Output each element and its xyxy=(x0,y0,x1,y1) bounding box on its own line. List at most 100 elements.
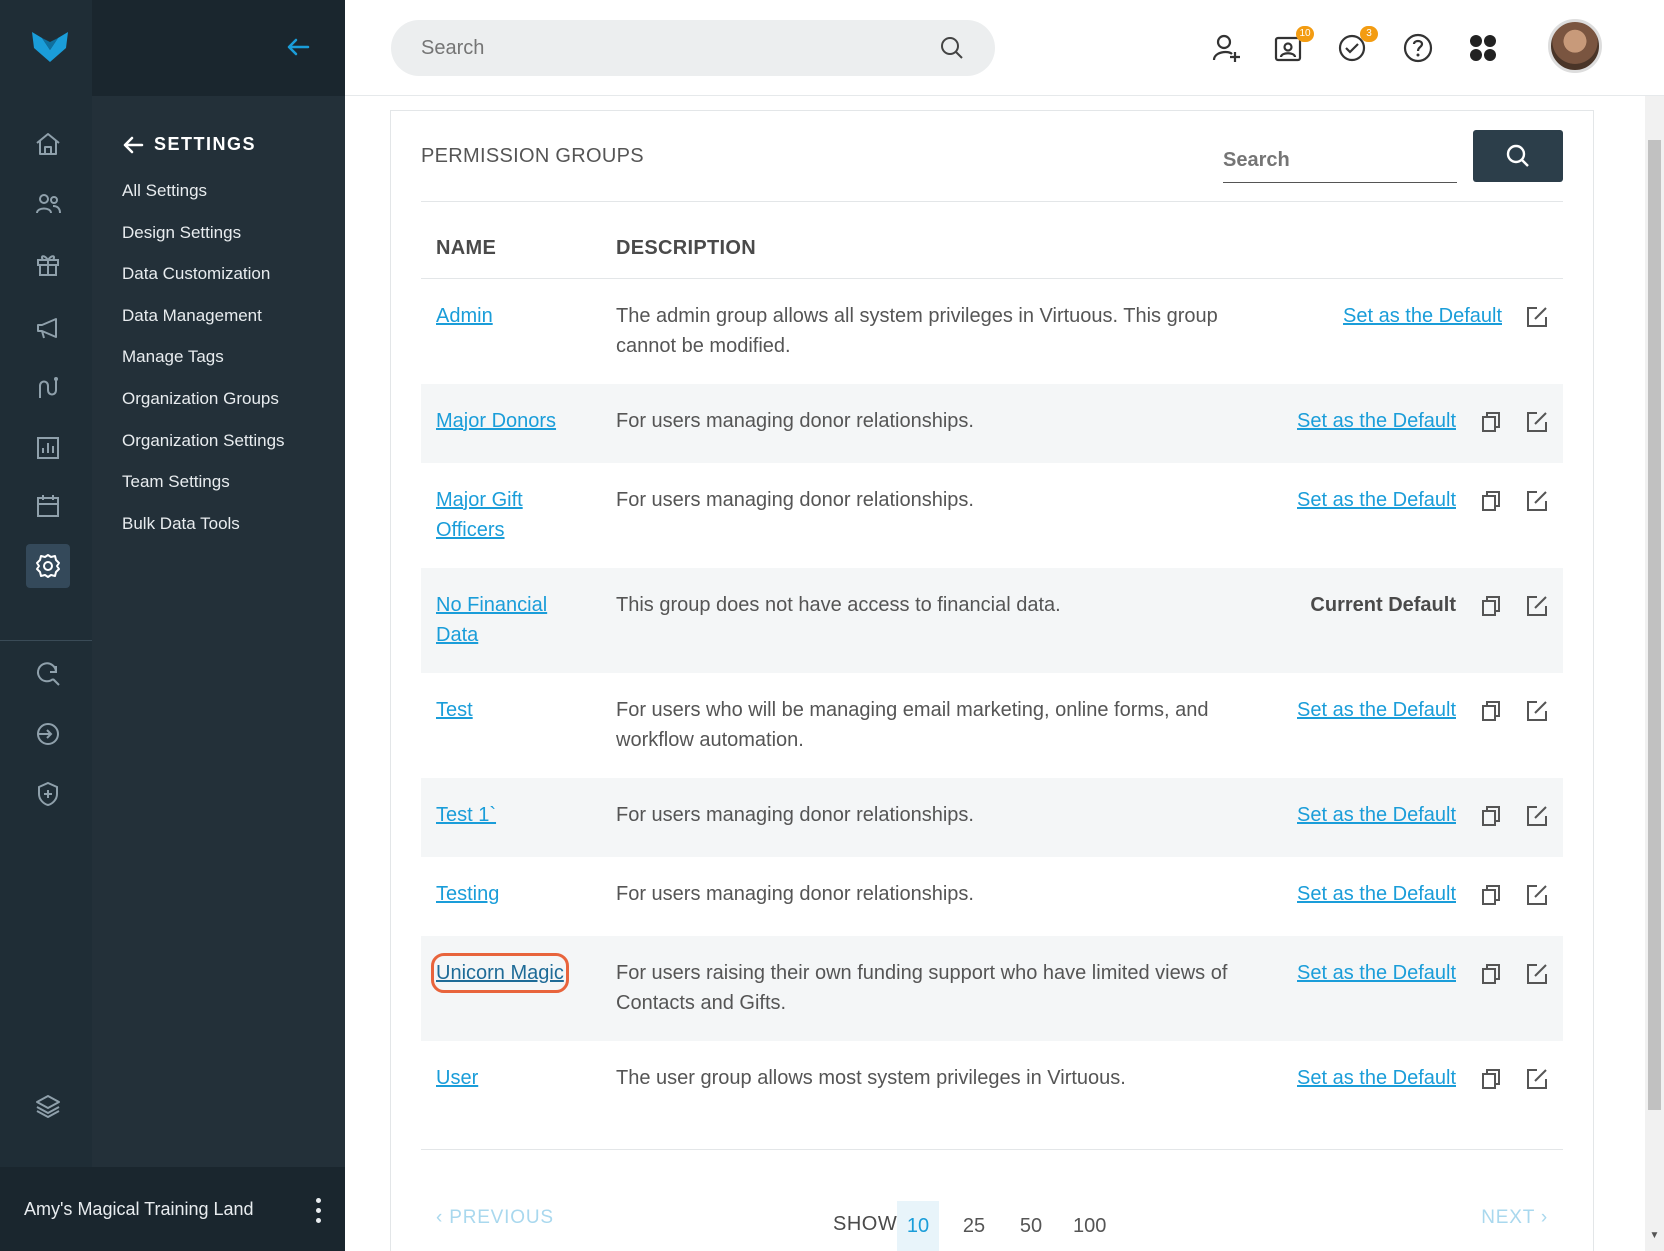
gift-icon[interactable] xyxy=(26,242,70,286)
import-icon[interactable] xyxy=(26,712,70,756)
card-search[interactable] xyxy=(1223,139,1457,183)
search-icon[interactable] xyxy=(939,35,965,61)
copy-icon[interactable] xyxy=(1479,699,1503,723)
page-size-25[interactable]: 25 xyxy=(953,1201,995,1251)
table-row: Admin The admin group allows all system p… xyxy=(421,279,1563,384)
copy-icon[interactable] xyxy=(1479,804,1503,828)
set-default-link[interactable]: Set as the Default xyxy=(1297,1063,1456,1093)
scrollbar-thumb[interactable] xyxy=(1648,140,1661,1110)
collapse-sidebar-icon[interactable] xyxy=(283,32,313,62)
app-logo-icon[interactable] xyxy=(30,28,70,64)
set-default-link[interactable]: Set as the Default xyxy=(1297,406,1456,436)
copy-icon[interactable] xyxy=(1479,962,1503,986)
copy-icon[interactable] xyxy=(1479,489,1503,513)
back-arrow-icon xyxy=(123,136,144,153)
shield-plus-icon[interactable] xyxy=(26,772,70,816)
app: SETTINGS All Settings Design Settings Da… xyxy=(0,0,1664,1251)
group-name-link[interactable]: User xyxy=(436,1063,586,1093)
chevron-right-icon: › xyxy=(1534,1207,1548,1228)
divider xyxy=(421,201,1563,202)
edit-icon[interactable] xyxy=(1525,883,1549,907)
group-name-link[interactable]: No Financial Data xyxy=(436,590,586,650)
global-search[interactable] xyxy=(391,20,995,76)
card-search-input[interactable] xyxy=(1223,149,1457,172)
group-name-link[interactable]: Test 1` xyxy=(436,800,586,830)
group-description: For users managing donor relationships. xyxy=(616,489,974,511)
settings-item-data-customization[interactable]: Data Customization xyxy=(122,263,285,305)
set-default-link[interactable]: Set as the Default xyxy=(1343,301,1502,331)
home-icon[interactable] xyxy=(26,122,70,166)
workflow-icon[interactable] xyxy=(26,366,70,410)
search-refresh-icon[interactable] xyxy=(26,652,70,696)
page-size-50[interactable]: 50 xyxy=(1010,1201,1052,1251)
set-default-link[interactable]: Set as the Default xyxy=(1297,485,1456,515)
edit-icon[interactable] xyxy=(1525,410,1549,434)
page-size-100[interactable]: 100 xyxy=(1065,1201,1114,1251)
global-search-input[interactable] xyxy=(421,36,939,60)
copy-icon[interactable] xyxy=(1479,1067,1503,1091)
apps-grid-icon[interactable] xyxy=(1463,28,1503,68)
group-description: For users managing donor relationships. xyxy=(616,410,974,432)
calendar-icon[interactable] xyxy=(26,484,70,528)
edit-icon[interactable] xyxy=(1525,1067,1549,1091)
group-name-link[interactable]: Admin xyxy=(436,301,586,331)
card-search-button[interactable] xyxy=(1473,130,1563,182)
group-description: The admin group allows all system privil… xyxy=(616,305,1218,357)
tasks-icon[interactable]: 10 xyxy=(1268,26,1314,68)
settings-item-bulk-data-tools[interactable]: Bulk Data Tools xyxy=(122,513,285,555)
group-name-link[interactable]: Test xyxy=(436,695,586,725)
kebab-menu-icon[interactable] xyxy=(308,1195,328,1225)
checklist-icon[interactable]: 3 xyxy=(1332,26,1378,68)
group-name-link[interactable]: Testing xyxy=(436,879,586,909)
edit-icon[interactable] xyxy=(1525,489,1549,513)
edit-icon[interactable] xyxy=(1525,804,1549,828)
settings-item-design-settings[interactable]: Design Settings xyxy=(122,222,285,264)
settings-back-button[interactable]: SETTINGS xyxy=(122,134,256,155)
settings-item-organization-settings[interactable]: Organization Settings xyxy=(122,430,285,472)
edit-icon[interactable] xyxy=(1525,699,1549,723)
settings-item-team-settings[interactable]: Team Settings xyxy=(122,471,285,513)
settings-item-organization-groups[interactable]: Organization Groups xyxy=(122,388,285,430)
table-row: No Financial Data This group does not hav… xyxy=(421,568,1563,673)
set-default-link[interactable]: Set as the Default xyxy=(1297,800,1456,830)
column-header-description: DESCRIPTION xyxy=(616,237,756,259)
scroll-down-arrow-icon[interactable]: ▼ xyxy=(1648,1230,1661,1244)
user-avatar[interactable] xyxy=(1548,19,1602,73)
pagination: ‹ PREVIOUS SHOW 10 25 50 100 NEXT › xyxy=(421,1187,1563,1251)
reports-icon[interactable] xyxy=(26,426,70,470)
settings-menu: All Settings Design Settings Data Custom… xyxy=(122,180,285,554)
next-button[interactable]: NEXT › xyxy=(1481,1207,1548,1229)
edit-icon[interactable] xyxy=(1525,962,1549,986)
megaphone-icon[interactable] xyxy=(26,306,70,350)
group-name-link[interactable]: Unicorn Magic xyxy=(431,953,569,993)
settings-item-all-settings[interactable]: All Settings xyxy=(122,180,285,222)
settings-title: SETTINGS xyxy=(154,134,257,154)
copy-icon[interactable] xyxy=(1479,883,1503,907)
set-default-link[interactable]: Set as the Default xyxy=(1297,695,1456,725)
set-default-link[interactable]: Set as the Default xyxy=(1297,958,1456,988)
copy-icon[interactable] xyxy=(1479,410,1503,434)
edit-icon[interactable] xyxy=(1525,594,1549,618)
group-name-link[interactable]: Major Donors xyxy=(436,406,586,436)
copy-icon[interactable] xyxy=(1479,594,1503,618)
previous-label: PREVIOUS xyxy=(449,1207,554,1228)
column-header-name[interactable]: NAME xyxy=(436,237,496,260)
group-name-link[interactable]: Major Gift Officers xyxy=(436,485,586,545)
add-contact-icon[interactable] xyxy=(1206,28,1246,68)
help-icon[interactable] xyxy=(1398,28,1438,68)
previous-button[interactable]: ‹ PREVIOUS xyxy=(436,1207,554,1229)
search-icon xyxy=(1506,144,1529,167)
layers-icon[interactable] xyxy=(26,1084,70,1128)
divider xyxy=(421,1149,1563,1150)
set-default-link[interactable]: Set as the Default xyxy=(1297,879,1456,909)
group-description: For users raising their own funding supp… xyxy=(616,962,1228,1014)
settings-icon[interactable] xyxy=(26,544,70,588)
page-size-10[interactable]: 10 xyxy=(897,1201,939,1251)
contacts-icon[interactable] xyxy=(26,182,70,226)
table-header: NAME DESCRIPTION xyxy=(421,221,1563,279)
settings-item-data-management[interactable]: Data Management xyxy=(122,305,285,347)
edit-icon[interactable] xyxy=(1525,305,1549,329)
settings-item-manage-tags[interactable]: Manage Tags xyxy=(122,346,285,388)
organization-name[interactable]: Amy's Magical Training Land xyxy=(24,1199,254,1220)
group-description: For users managing donor relationships. xyxy=(616,883,974,905)
